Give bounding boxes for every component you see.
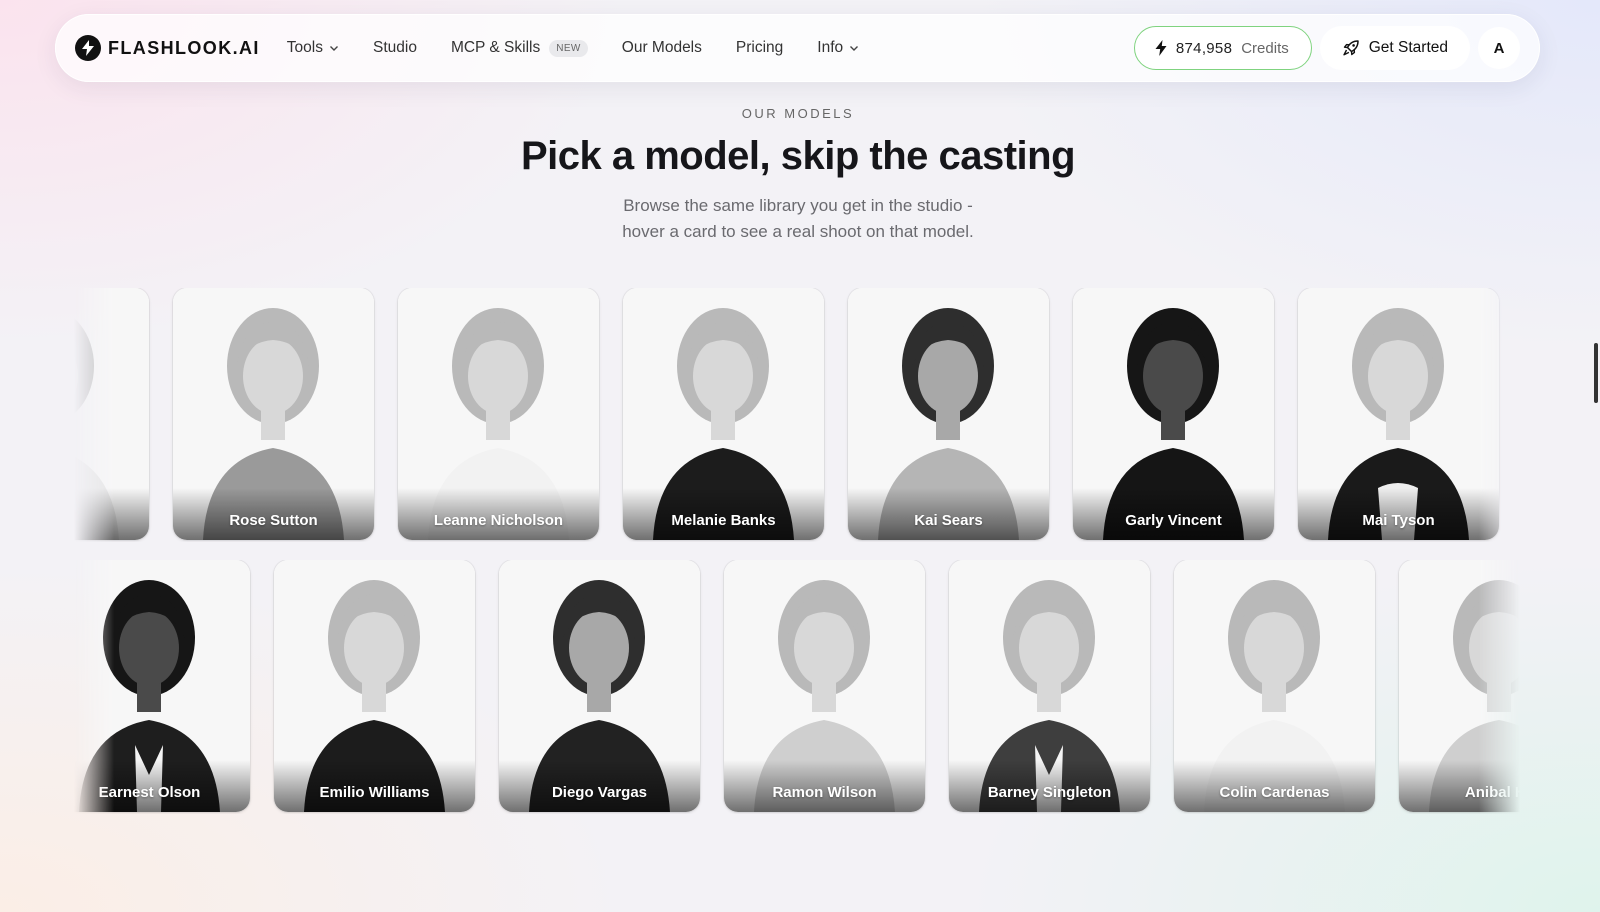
- model-card[interactable]: [74, 288, 149, 540]
- get-started-button[interactable]: Get Started: [1319, 26, 1470, 70]
- subtitle-line-2: hover a card to see a real shoot on that…: [622, 222, 974, 241]
- nav-tools-label: Tools: [286, 39, 323, 56]
- chevron-down-icon: [329, 46, 338, 51]
- model-card[interactable]: Earnest Olson: [74, 560, 250, 812]
- models-carousel-row-1: Rose Sutton Leanne Nicholson Melanie Ban…: [74, 288, 1520, 542]
- section-title: Pick a model, skip the casting: [520, 134, 1076, 178]
- model-card[interactable]: Garly Vincent: [1073, 288, 1274, 540]
- chevron-down-icon: [850, 46, 859, 51]
- credits-button[interactable]: 874,958 Credits: [1133, 26, 1312, 70]
- model-card[interactable]: Diego Vargas: [499, 560, 700, 812]
- model-card[interactable]: Barney Singleton: [949, 560, 1150, 812]
- logo-text: FLASHLOOK.AI: [108, 37, 260, 58]
- credits-label: Credits: [1241, 39, 1289, 57]
- top-nav: FLASHLOOK.AI Tools Studio MCP & Skills N…: [55, 14, 1540, 82]
- model-name: Garly Vincent: [1125, 512, 1222, 529]
- nav-studio[interactable]: Studio: [373, 39, 417, 57]
- model-card[interactable]: Rose Sutton: [173, 288, 374, 540]
- new-badge: NEW: [549, 39, 588, 57]
- section-subtitle: Browse the same library you get in the s…: [0, 193, 1596, 245]
- model-name: Kai Sears: [914, 512, 983, 529]
- nav-pricing-label: Pricing: [735, 39, 784, 56]
- bolt-logo-icon: [75, 35, 101, 61]
- nav-tools[interactable]: Tools: [287, 39, 339, 57]
- page-scrollbar[interactable]: [1594, 343, 1598, 403]
- model-name: Leanne Nicholson: [433, 512, 564, 529]
- rocket-icon: [1343, 40, 1359, 56]
- model-name: Melanie Banks: [671, 512, 776, 529]
- model-card[interactable]: Kai Sears: [848, 288, 1049, 540]
- model-card[interactable]: Mai Tyson: [1298, 288, 1499, 540]
- model-card[interactable]: Colin Cardenas: [1174, 560, 1375, 812]
- model-name: Anibal Ha: [1464, 784, 1520, 801]
- nav-pricing[interactable]: Pricing: [736, 39, 783, 57]
- nav-info[interactable]: Info: [817, 39, 859, 57]
- model-name: Ramon Wilson: [772, 784, 877, 801]
- model-name: Diego Vargas: [551, 784, 648, 801]
- nav-info-label: Info: [817, 39, 844, 56]
- model-name: Earnest Olson: [98, 784, 201, 801]
- nav-mcp-skills[interactable]: MCP & Skills NEW: [451, 39, 588, 57]
- bolt-icon: [1155, 40, 1167, 56]
- model-name: Mai Tyson: [1362, 512, 1435, 529]
- avatar[interactable]: A: [1478, 27, 1520, 69]
- logo[interactable]: FLASHLOOK.AI: [75, 35, 260, 61]
- get-started-label: Get Started: [1368, 39, 1448, 56]
- nav-mcp-skills-label: MCP & Skills: [450, 39, 541, 56]
- model-name: Colin Cardenas: [1219, 784, 1330, 801]
- card-name-shade: [74, 488, 149, 540]
- model-name: Emilio Williams: [319, 784, 430, 801]
- model-name: Barney Singleton: [987, 784, 1112, 801]
- model-card[interactable]: Ramon Wilson: [724, 560, 925, 812]
- subtitle-line-1: Browse the same library you get in the s…: [623, 196, 973, 215]
- model-card[interactable]: Melanie Banks: [623, 288, 824, 540]
- nav-studio-label: Studio: [372, 39, 417, 56]
- model-card[interactable]: Leanne Nicholson: [398, 288, 599, 540]
- nav-our-models[interactable]: Our Models: [622, 39, 702, 57]
- credits-value: 874,958: [1175, 39, 1233, 57]
- nav-our-models-label: Our Models: [621, 39, 702, 56]
- model-name: Rose Sutton: [229, 512, 318, 529]
- models-carousel-row-2: Earnest Olson Emilio Williams Diego Varg…: [74, 560, 1520, 814]
- model-card[interactable]: Emilio Williams: [274, 560, 475, 812]
- nav-actions: 874,958 Credits Get Started A: [1133, 26, 1520, 70]
- nav-links: Tools Studio MCP & Skills NEW Our Models…: [287, 39, 893, 57]
- model-card[interactable]: Anibal Ha: [1399, 560, 1520, 812]
- section-eyebrow: OUR MODELS: [741, 106, 855, 121]
